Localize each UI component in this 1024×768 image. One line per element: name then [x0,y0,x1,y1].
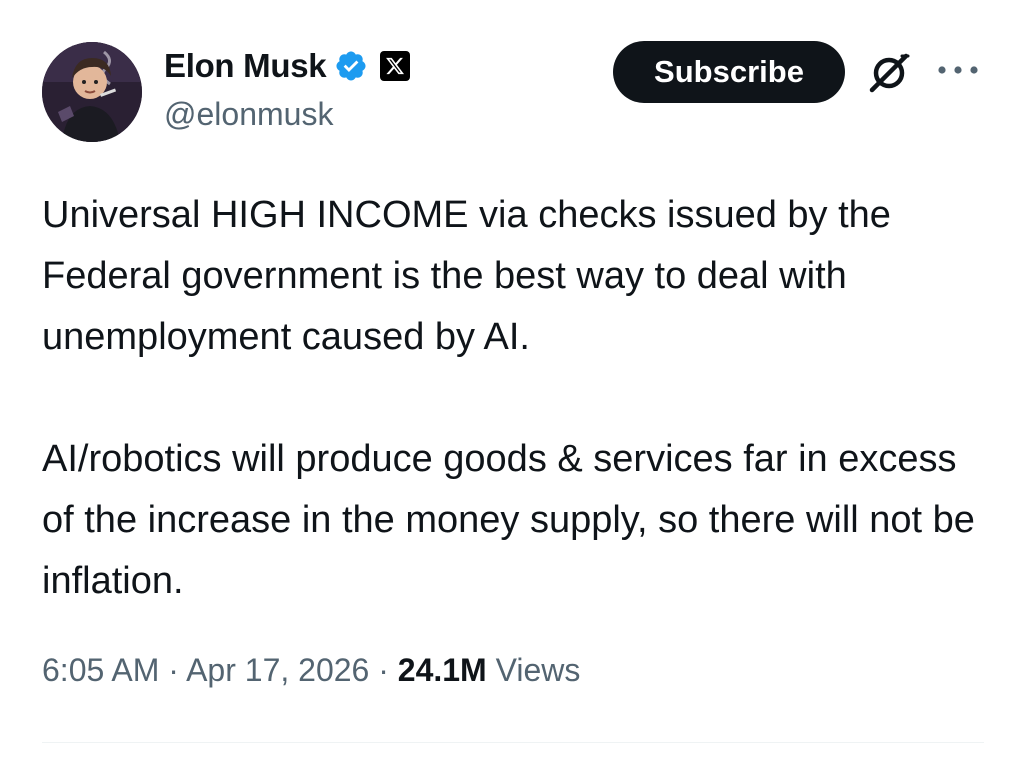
divider [42,742,984,743]
tweet-date[interactable]: Apr 17, 2026 [186,652,369,688]
verified-badge-icon[interactable] [334,49,368,83]
author-display-name[interactable]: Elon Musk [164,47,327,85]
tweet-time[interactable]: 6:05 AM [42,652,159,688]
x-logo-icon[interactable] [380,51,411,81]
avatar-image [42,42,142,142]
tweet-metadata: 6:05 AM · Apr 17, 2026 · 24.1M Views [42,652,580,689]
author-name-row: Elon Musk [164,44,411,88]
views-count: 24.1M [397,652,487,688]
tweet-paragraph: AI/robotics will produce goods & service… [42,438,975,602]
subscribe-button[interactable]: Subscribe [613,41,845,103]
grok-icon[interactable] [866,50,912,96]
tweet-card: Elon Musk @elonmusk Subscribe Universal … [0,0,1024,768]
avatar[interactable] [42,42,142,142]
more-options-icon[interactable] [934,58,982,82]
author-handle[interactable]: @elonmusk [164,96,333,133]
tweet-text: Universal HIGH INCOME via checks issued … [42,185,987,612]
meta-separator: · [378,652,389,688]
views-label: Views [495,652,581,688]
meta-separator: · [168,652,179,688]
tweet-paragraph: Universal HIGH INCOME via checks issued … [42,194,891,358]
